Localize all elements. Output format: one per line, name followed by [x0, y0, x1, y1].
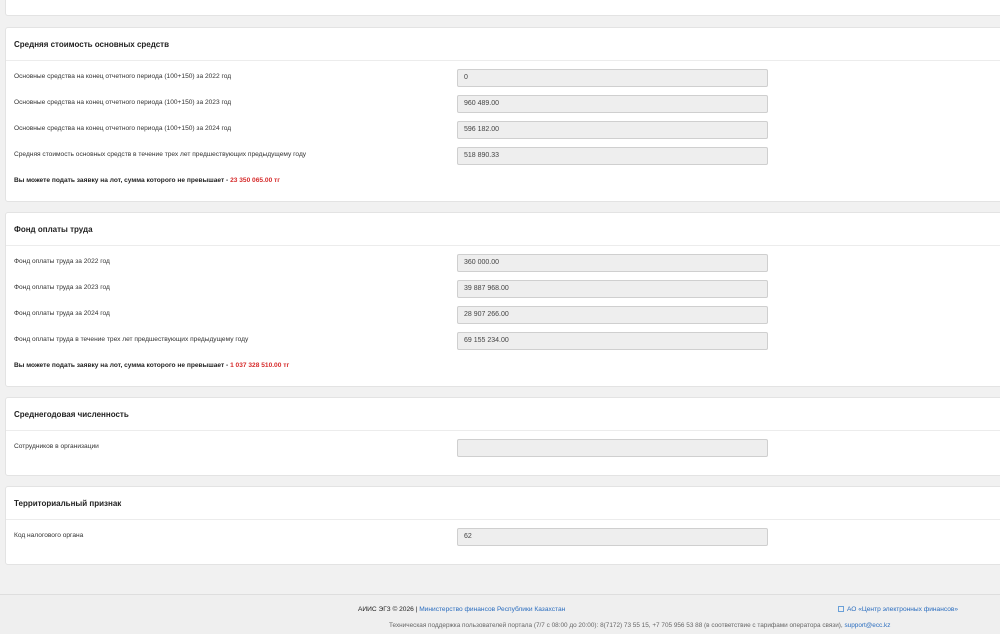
- assets-average-field[interactable]: 518 890.33: [457, 147, 768, 165]
- employees-count-field[interactable]: [457, 439, 768, 457]
- payroll-2023-field[interactable]: 39 887 968.00: [457, 280, 768, 298]
- copyright-text: АИИС ЭГЗ © 2026 |: [358, 606, 420, 613]
- form-row: Фонд оплаты труда за 2022 год 360 000.00: [14, 254, 1000, 276]
- form-row: Основные средства на конец отчетного пер…: [14, 95, 1000, 117]
- payroll-2024-field[interactable]: 28 907 266.00: [457, 306, 768, 324]
- ecc-link-wrap: АО «Центр электронных финансов»: [838, 606, 958, 613]
- form-row: Код налогового органа 62: [14, 528, 1000, 550]
- form-row: Средняя стоимость основных средств в теч…: [14, 147, 1000, 169]
- form-row: Фонд оплаты труда за 2024 год 28 907 266…: [14, 306, 1000, 328]
- panel-fixed-assets: Средняя стоимость основных средств Основ…: [5, 27, 1000, 202]
- panel-payroll: Фонд оплаты труда Фонд оплаты труда за 2…: [5, 212, 1000, 387]
- form-row: Основные средства на конец отчетного пер…: [14, 69, 1000, 91]
- support-email-link[interactable]: support@ecc.kz: [844, 622, 890, 629]
- limit-amount: 1 037 328 510.00 тг: [230, 362, 290, 369]
- form-row: Фонд оплаты труда за 2023 год 39 887 968…: [14, 280, 1000, 302]
- panel-title: Среднегодовая численность: [6, 398, 1000, 431]
- note-text: Вы можете подать заявку на лот, сумма ко…: [14, 177, 231, 184]
- assets-2024-field[interactable]: 596 182.00: [457, 121, 768, 139]
- field-label: Сотрудников в организации: [14, 443, 99, 450]
- form-row: Основные средства на конец отчетного пер…: [14, 121, 1000, 143]
- support-line: Техническая поддержка пользователей порт…: [389, 622, 890, 629]
- note-text: Вы можете подать заявку на лот, сумма ко…: [14, 362, 231, 369]
- panel-title: Фонд оплаты труда: [6, 213, 1000, 246]
- field-label: Фонд оплаты труда за 2023 год: [14, 284, 110, 291]
- panel-headcount: Среднегодовая численность Сотрудников в …: [5, 397, 1000, 476]
- ecc-link[interactable]: АО «Центр электронных финансов»: [847, 606, 958, 613]
- ministry-link[interactable]: Министерство финансов Республики Казахст…: [419, 606, 565, 613]
- form-row: Сотрудников в организации: [14, 439, 1000, 461]
- field-label: Код налогового органа: [14, 532, 84, 539]
- page-footer: АИИС ЭГЗ © 2026 | Министерство финансов …: [0, 594, 1000, 634]
- tax-authority-code-field[interactable]: 62: [457, 528, 768, 546]
- limit-amount: 23 350 065.00 тг: [230, 177, 281, 184]
- external-link-icon: [838, 606, 844, 612]
- field-label: Основные средства на конец отчетного пер…: [14, 125, 232, 132]
- field-label: Фонд оплаты труда за 2022 год: [14, 258, 110, 265]
- field-label: Фонд оплаты труда в течение трех лет пре…: [14, 336, 249, 343]
- field-label: Фонд оплаты труда за 2024 год: [14, 310, 110, 317]
- panel-territorial: Территориальный признак Код налогового о…: [5, 486, 1000, 565]
- panel-title: Средняя стоимость основных средств: [6, 28, 1000, 61]
- assets-2023-field[interactable]: 960 489.00: [457, 95, 768, 113]
- payroll-2022-field[interactable]: 360 000.00: [457, 254, 768, 272]
- panel-title: Территориальный признак: [6, 487, 1000, 520]
- limit-note: Вы можете подать заявку на лот, сумма ко…: [14, 362, 289, 369]
- field-label: Основные средства на конец отчетного пер…: [14, 99, 232, 106]
- support-text: Техническая поддержка пользователей порт…: [389, 622, 845, 629]
- payroll-total-field[interactable]: 69 155 234.00: [457, 332, 768, 350]
- footer-copyright-line: АИИС ЭГЗ © 2026 | Министерство финансов …: [358, 606, 565, 613]
- limit-note: Вы можете подать заявку на лот, сумма ко…: [14, 177, 280, 184]
- field-label: Средняя стоимость основных средств в теч…: [14, 151, 307, 158]
- form-row: Фонд оплаты труда в течение трех лет пре…: [14, 332, 1000, 354]
- field-label: Основные средства на конец отчетного пер…: [14, 73, 232, 80]
- assets-2022-field[interactable]: 0: [457, 69, 768, 87]
- previous-panel-bottom: [5, 0, 1000, 16]
